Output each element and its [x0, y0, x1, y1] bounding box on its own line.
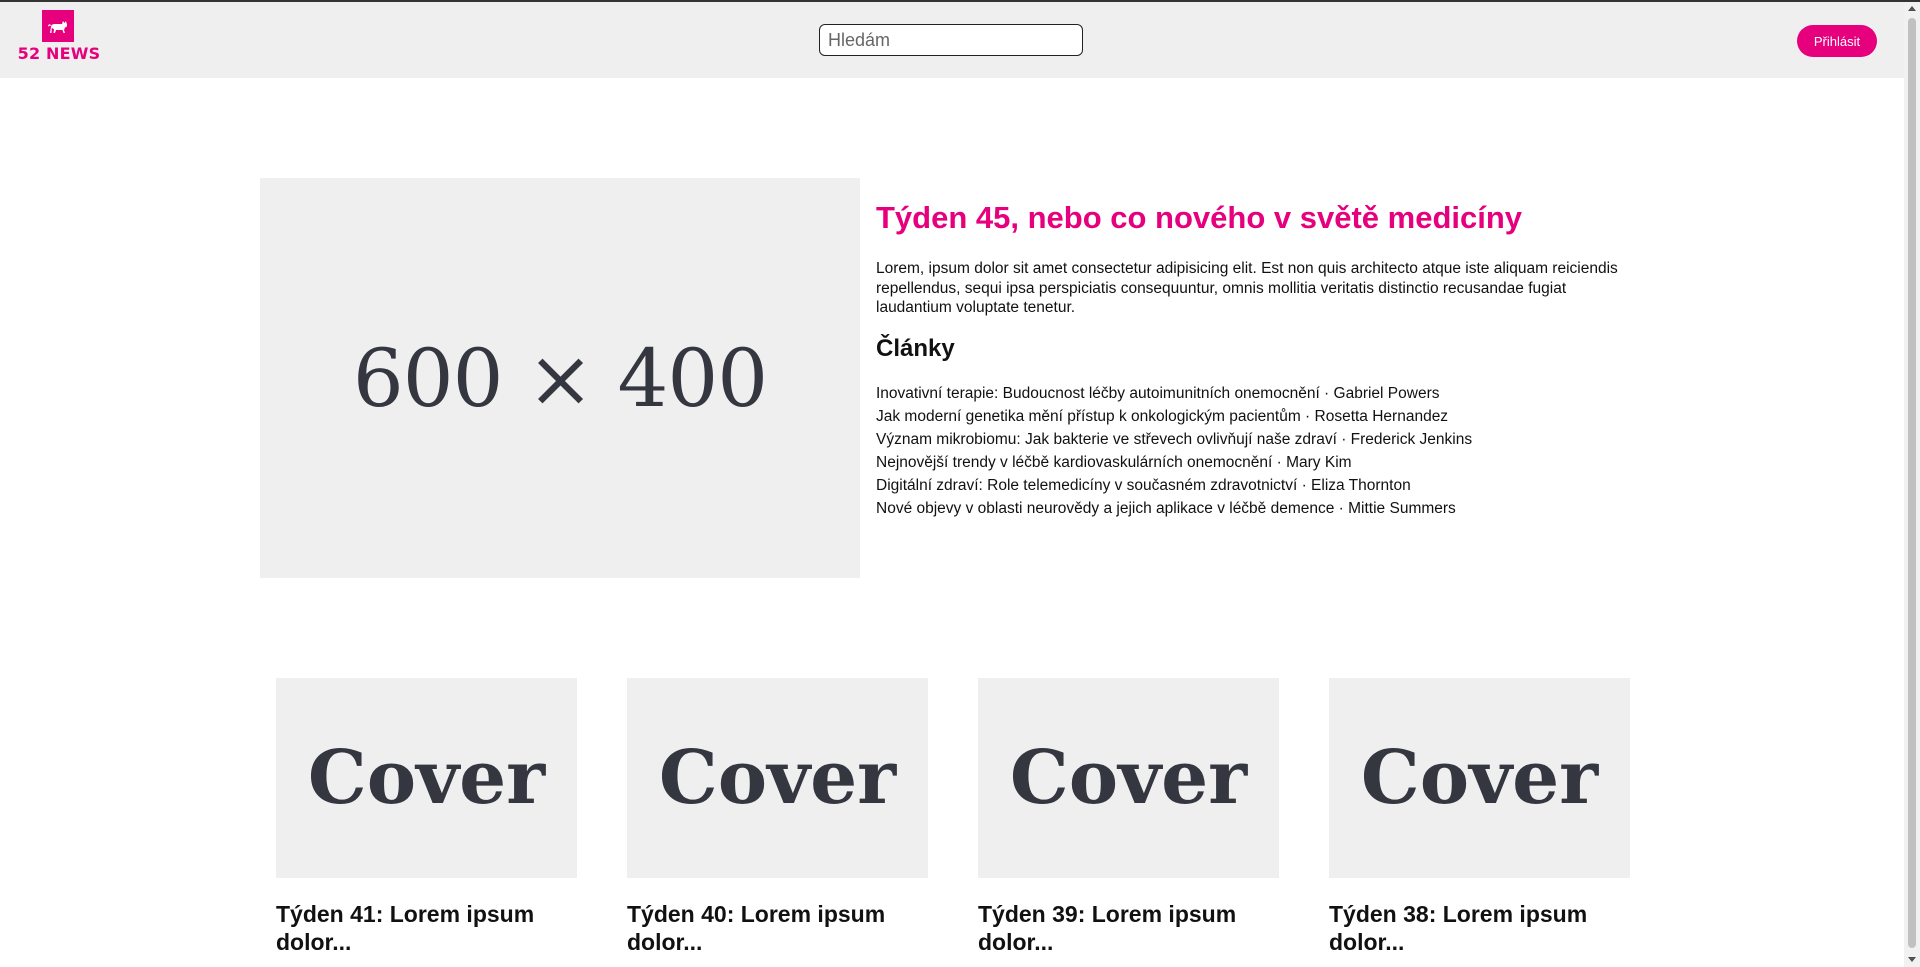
card-cover-image[interactable]: Cover	[978, 678, 1279, 878]
hero-image-placeholder: 600 × 400	[260, 178, 860, 578]
card-title[interactable]: Týden 41: Lorem ipsum dolor...	[276, 900, 577, 956]
card-cover-label: Cover	[1009, 735, 1248, 821]
articles-heading: Články	[876, 335, 955, 362]
logo[interactable]: 52 NEWS	[14, 10, 104, 66]
card-cover-image[interactable]: Cover	[1329, 678, 1630, 878]
cat-silhouette	[48, 21, 68, 33]
hero-title[interactable]: Týden 45, nebo co nového v světě medicín…	[876, 197, 1636, 239]
article-item[interactable]: Nové objevy v oblasti neurovědy a jejich…	[876, 497, 1472, 520]
issue-card[interactable]: Cover Týden 39: Lorem ipsum dolor...	[978, 678, 1279, 956]
card-title[interactable]: Týden 40: Lorem ipsum dolor...	[627, 900, 928, 956]
search-input[interactable]	[819, 24, 1083, 56]
hero-description: Lorem, ipsum dolor sit amet consectetur …	[876, 260, 1618, 316]
cat-icon	[42, 10, 74, 42]
card-title[interactable]: Týden 39: Lorem ipsum dolor...	[978, 900, 1279, 956]
card-cover-image[interactable]: Cover	[276, 678, 577, 878]
article-item[interactable]: Význam mikrobiomu: Jak bakterie ve střev…	[876, 428, 1472, 451]
card-cover-label: Cover	[307, 735, 546, 821]
hero-image-label: 600 × 400	[352, 331, 768, 425]
issue-card[interactable]: Cover Týden 40: Lorem ipsum dolor...	[627, 678, 928, 956]
login-button[interactable]: Přihlásit	[1797, 25, 1877, 57]
issue-card[interactable]: Cover Týden 41: Lorem ipsum dolor...	[276, 678, 577, 956]
article-item[interactable]: Jak moderní genetika mění přístup k onko…	[876, 405, 1472, 428]
articles-list: Inovativní terapie: Budoucnost léčby aut…	[876, 382, 1472, 520]
article-item[interactable]: Nejnovější trendy v léčbě kardiovaskulár…	[876, 451, 1472, 474]
scroll-up-arrow-icon[interactable]	[1908, 6, 1916, 11]
issue-card[interactable]: Cover Týden 38: Lorem ipsum dolor...	[1329, 678, 1630, 956]
article-item[interactable]: Digitální zdraví: Role telemedicíny v so…	[876, 474, 1472, 497]
logo-text: 52 NEWS	[17, 44, 101, 63]
card-cover-label: Cover	[658, 735, 897, 821]
card-title[interactable]: Týden 38: Lorem ipsum dolor...	[1329, 900, 1630, 956]
article-item[interactable]: Inovativní terapie: Budoucnost léčby aut…	[876, 382, 1472, 405]
scroll-down-arrow-icon[interactable]	[1908, 957, 1916, 962]
site-header: 52 NEWS Přihlásit	[0, 2, 1904, 78]
card-cover-image[interactable]: Cover	[627, 678, 928, 878]
scrollbar-thumb[interactable]	[1908, 18, 1916, 948]
card-cover-label: Cover	[1360, 735, 1599, 821]
